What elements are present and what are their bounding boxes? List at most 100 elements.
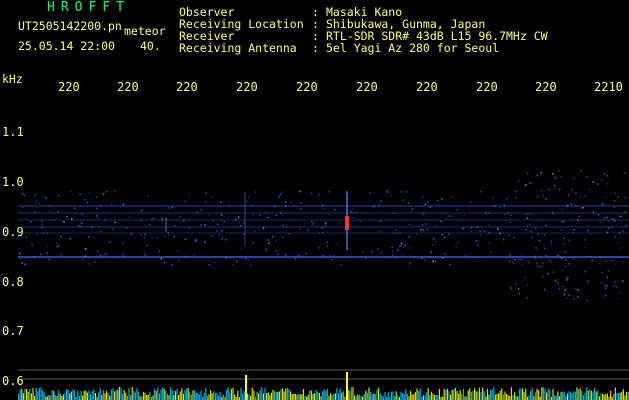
noise-speck bbox=[470, 201, 473, 204]
activity-bar bbox=[571, 393, 573, 400]
noise-speck bbox=[563, 243, 566, 245]
noise-speck bbox=[42, 232, 45, 234]
noise-speck bbox=[435, 225, 438, 227]
noise-speck bbox=[560, 175, 562, 178]
noise-speck bbox=[324, 222, 327, 224]
noise-speck bbox=[66, 215, 68, 218]
noise-speck bbox=[566, 279, 568, 281]
noise-speck bbox=[378, 203, 380, 205]
noise-speck bbox=[329, 255, 332, 257]
noise-speck bbox=[567, 204, 569, 206]
noise-speck bbox=[34, 194, 37, 197]
activity-spike bbox=[346, 372, 348, 400]
activity-bar bbox=[77, 390, 79, 400]
noise-speck bbox=[193, 253, 195, 256]
noise-speck bbox=[335, 243, 337, 245]
activity-bar bbox=[318, 392, 320, 400]
activity-bar bbox=[470, 391, 472, 400]
noise-speck bbox=[606, 276, 609, 279]
activity-bar bbox=[152, 395, 154, 400]
noise-speck bbox=[18, 252, 21, 255]
noise-speck bbox=[211, 235, 213, 237]
noise-speck bbox=[179, 215, 181, 218]
noise-speck bbox=[494, 205, 496, 207]
activity-bar bbox=[336, 387, 338, 400]
noise-speck bbox=[122, 253, 124, 256]
activity-bar bbox=[467, 390, 469, 400]
antenna-value: 5el Yagi Az 280 for Seoul bbox=[326, 41, 500, 55]
noise-speck bbox=[41, 223, 44, 225]
noise-speck bbox=[210, 196, 213, 198]
activity-bar bbox=[210, 390, 212, 400]
noise-speck bbox=[603, 296, 605, 298]
activity-bar bbox=[101, 394, 103, 400]
noise-speck bbox=[184, 200, 186, 203]
activity-bar bbox=[371, 394, 373, 400]
noise-speck bbox=[392, 250, 394, 252]
noise-speck bbox=[599, 221, 602, 224]
activity-bar bbox=[309, 390, 311, 400]
activity-bar bbox=[520, 388, 522, 400]
noise-speck bbox=[509, 221, 512, 223]
noise-speck bbox=[601, 272, 604, 274]
activity-bar bbox=[560, 392, 562, 400]
noise-speck bbox=[196, 211, 199, 214]
noise-speck bbox=[285, 226, 288, 229]
activity-bar bbox=[115, 390, 117, 400]
x-tick: 220 bbox=[117, 80, 139, 94]
noise-speck bbox=[325, 225, 327, 227]
activity-bar bbox=[534, 392, 536, 400]
activity-bar bbox=[173, 395, 175, 400]
activity-bar bbox=[22, 393, 24, 400]
noise-speck bbox=[23, 263, 26, 266]
noise-speck bbox=[548, 259, 551, 262]
noise-speck bbox=[524, 277, 526, 279]
activity-bar bbox=[122, 393, 124, 400]
activity-bar bbox=[181, 388, 183, 400]
activity-bar bbox=[278, 391, 280, 400]
activity-bar bbox=[146, 394, 148, 400]
activity-bar bbox=[354, 395, 356, 400]
noise-speck bbox=[434, 260, 437, 263]
activity-bar bbox=[50, 395, 52, 400]
noise-speck bbox=[323, 208, 325, 210]
noise-speck bbox=[392, 232, 394, 234]
noise-speck bbox=[568, 294, 570, 297]
noise-speck bbox=[161, 220, 163, 222]
activity-bar bbox=[176, 388, 178, 400]
noise-speck bbox=[21, 262, 23, 264]
noise-speck bbox=[25, 236, 28, 239]
activity-bar bbox=[450, 394, 452, 400]
activity-bar bbox=[62, 394, 64, 400]
noise-speck bbox=[564, 251, 566, 253]
noise-speck bbox=[406, 191, 408, 193]
activity-bar bbox=[429, 395, 431, 400]
noise-speck bbox=[427, 201, 429, 203]
noise-speck bbox=[441, 213, 444, 216]
activity-bar bbox=[491, 389, 493, 400]
noise-speck bbox=[407, 202, 410, 204]
activity-bar bbox=[64, 393, 66, 400]
activity-bar bbox=[469, 388, 471, 400]
activity-bar bbox=[90, 394, 92, 400]
noise-speck bbox=[457, 241, 459, 244]
x-tick: 2210 bbox=[594, 80, 623, 94]
activity-bar bbox=[421, 396, 423, 400]
activity-bar bbox=[106, 390, 108, 400]
noise-speck bbox=[379, 220, 382, 223]
noise-speck bbox=[96, 207, 98, 210]
noise-speck bbox=[602, 201, 605, 204]
activity-bar bbox=[56, 396, 58, 400]
activity-bar bbox=[229, 392, 231, 400]
activity-bar bbox=[110, 389, 112, 400]
activity-bar bbox=[392, 391, 394, 400]
noise-speck bbox=[84, 248, 87, 250]
noise-speck bbox=[526, 172, 529, 175]
noise-speck bbox=[143, 237, 146, 239]
activity-bar bbox=[530, 390, 532, 400]
noise-speck bbox=[616, 242, 619, 244]
activity-bar bbox=[373, 393, 375, 400]
activity-bar bbox=[141, 396, 143, 400]
activity-bar bbox=[390, 391, 392, 400]
activity-bar bbox=[136, 388, 138, 400]
